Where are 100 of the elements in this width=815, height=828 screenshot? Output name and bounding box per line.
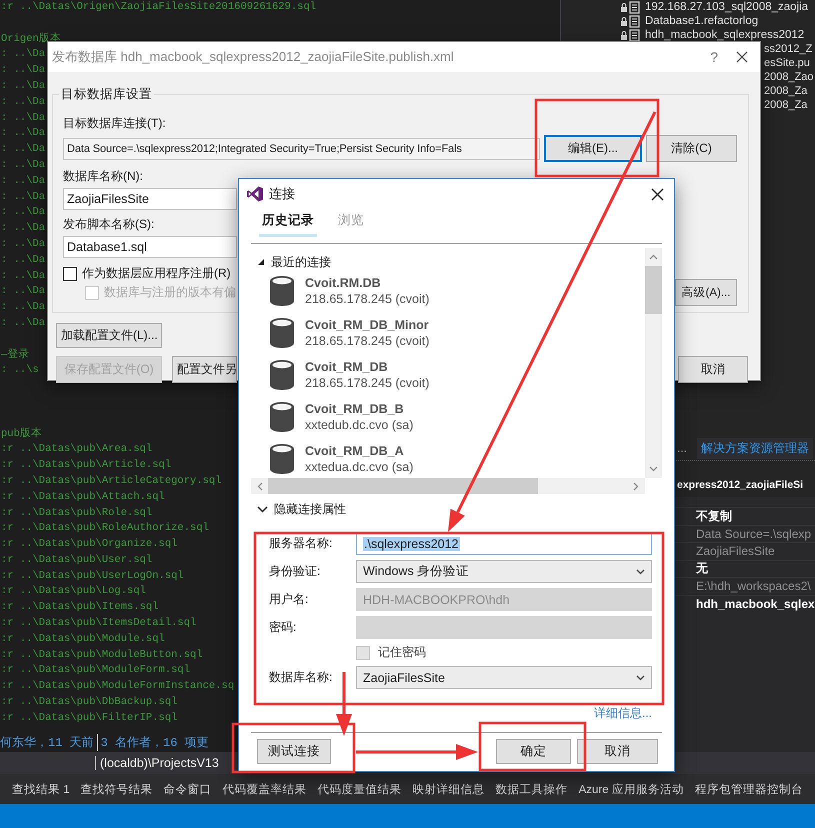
tool-window-tab[interactable]: 程序包管理器控制台: [694, 782, 803, 796]
advanced-button[interactable]: 高级(A)...: [675, 279, 737, 306]
locked-file-icon: [620, 0, 642, 14]
load-profile-button[interactable]: 加载配置文件(L)...: [56, 323, 162, 348]
connection-name[interactable]: Cvoit_RM_DB: [305, 360, 430, 374]
database-icon: [269, 443, 295, 475]
code-line: :r ..\Datas\pub\Items.sql: [1, 600, 159, 616]
dialog-button[interactable]: 测试连接: [257, 739, 331, 764]
field-label: 数据库名称(N):: [63, 168, 143, 185]
locked-file-icon: [620, 28, 642, 42]
code-line: : ..\Da: [1, 78, 46, 94]
property-value: hdh_macbook_sqlex: [696, 596, 815, 611]
tool-window-tab[interactable]: 代码覆盖率结果: [222, 782, 307, 796]
scrollbar-thumb[interactable]: [268, 478, 538, 494]
code-line: :r ..\Datas\pub\ArticleCategory.sql: [1, 474, 222, 489]
code-line: :r ..\Datas\pub\ModuleForm.sql: [1, 663, 190, 678]
database-name-field[interactable]: ZaojiaFilesSite: [63, 188, 237, 210]
connection-name[interactable]: Cvoit_RM_DB_B: [305, 402, 414, 416]
tool-window-tab[interactable]: 命令窗口: [164, 782, 212, 796]
code-line: : ..\Da: [1, 158, 46, 173]
panel-tab[interactable]: ...: [673, 439, 692, 457]
toggle-link[interactable]: 隐藏连接属性: [274, 500, 346, 518]
code-line: :r ..\Datas\pub\ModuleButton.sql: [1, 648, 203, 663]
code-line: :r ..\Datas\pub\FilterIP.sql: [1, 710, 178, 726]
scroll-down-icon[interactable]: [649, 466, 658, 472]
code-line: :r ..\Datas\pub\Area.sql: [1, 442, 152, 458]
connection-name[interactable]: Cvoit_RM_DB_A: [305, 444, 414, 458]
vertical-scrollbar[interactable]: [645, 248, 662, 478]
connection-server: xxtedub.dc.cvo (sa): [305, 418, 414, 432]
tree-item[interactable]: 2008_Za: [764, 85, 808, 97]
tool-window-tab[interactable]: Azure 应用服务活动: [578, 782, 684, 796]
tool-window-tab[interactable]: 查找结果 1: [12, 782, 70, 796]
chevron-icon[interactable]: [257, 505, 268, 513]
code-line: :r ..\Datas\pub\User.sql: [1, 552, 152, 568]
details-link[interactable]: 详细信息...: [594, 705, 652, 722]
code-line: :r ..\Datas\pub\Log.sql: [1, 584, 146, 600]
connection-name[interactable]: Cvoit_RM_DB_Minor: [305, 318, 430, 332]
expander-icon[interactable]: [257, 258, 265, 266]
connection-string-field[interactable]: Data Source=.\sqlexpress2012;Integrated Security=True;Persist Security Info=Fals: [63, 138, 540, 160]
tree-item[interactable]: hdh_macbook_sqlexpress2012: [645, 29, 804, 41]
code-line: : ..\Da: [1, 316, 46, 331]
code-line: :r ..\Datas\pub\DbBackup.sql: [1, 695, 178, 710]
connection-server: 218.65.178.245 (cvoit): [305, 376, 430, 390]
scroll-right-icon[interactable]: [633, 482, 639, 490]
locked-file-icon: [620, 14, 642, 28]
property-value: 不复制: [696, 508, 732, 525]
field-label: 用户名:: [269, 592, 308, 606]
code-line: : ..\Da: [1, 284, 46, 300]
code-lens-text: 3 名作者，16 项更: [96, 734, 209, 750]
dialog-button[interactable]: 取消: [577, 739, 658, 764]
tool-window-tab[interactable]: 查找符号结果: [80, 782, 153, 796]
dropdown[interactable]: Windows 身份验证: [356, 560, 652, 583]
tree-item[interactable]: Database1.refactorlog: [645, 15, 758, 27]
code-line: :r ..\Datas\pub\Role.sql: [1, 506, 152, 520]
help-button[interactable]: ?: [710, 49, 718, 65]
code-line: :r ..\Datas\pub\UserLogOn.sql: [1, 568, 184, 584]
dialog-button[interactable]: 确定: [496, 739, 571, 764]
dialog-button[interactable]: 配置文件另: [172, 356, 237, 383]
code-line: :r ..\Datas\pub\ModuleFormInstance.sq: [1, 679, 234, 694]
code-line: : ..\Da: [1, 110, 46, 126]
group-title: 目标数据库设置: [60, 86, 153, 103]
code-line: :r ..\Datas\pub\Article.sql: [1, 458, 172, 474]
script-name-field[interactable]: Database1.sql: [63, 236, 237, 258]
code-line: : ..\Da: [1, 252, 46, 268]
dropdown[interactable]: ZaojiaFilesSite: [356, 666, 652, 689]
property-value: ZaojiaFilesSite: [696, 544, 775, 558]
app-logo-icon: [247, 186, 263, 202]
code-line: : ..\Da: [1, 205, 46, 220]
checkbox-label: 记住密码: [378, 644, 426, 661]
dialog-tab[interactable]: 历史记录: [259, 212, 317, 237]
tool-window-tab[interactable]: 代码度量值结果: [318, 782, 402, 796]
horizontal-scrollbar[interactable]: [251, 478, 645, 494]
scroll-up-icon[interactable]: [649, 254, 658, 260]
field-label: 目标数据库连接(T):: [63, 115, 166, 132]
connection-text: (localdb)\ProjectsV13: [95, 756, 223, 770]
tree-item[interactable]: 2008_Zao: [764, 71, 814, 83]
checkbox[interactable]: [63, 266, 77, 280]
close-icon[interactable]: [651, 188, 664, 200]
tree-item[interactable]: 192.168.27.103_sql2008_zaojia: [645, 1, 808, 13]
tree-item[interactable]: esSite.pu: [764, 57, 810, 69]
checkbox-label: 数据库与注册的版本有偏: [104, 284, 236, 301]
panel-tab[interactable]: 解决方案资源管理器: [697, 438, 814, 458]
database-icon: [269, 317, 295, 349]
tree-item[interactable]: ss2012_Z: [764, 43, 812, 55]
tool-window-tab[interactable]: 数据工具操作: [496, 782, 568, 796]
scrollbar-thumb[interactable]: [645, 266, 662, 314]
tree-item[interactable]: 2008_Za: [764, 99, 808, 111]
cancel-button[interactable]: 取消: [678, 356, 748, 383]
scroll-left-icon[interactable]: [257, 482, 263, 490]
code-line: : ..\Da: [1, 94, 46, 110]
connection-server: 218.65.178.245 (cvoit): [305, 292, 430, 306]
edit-button[interactable]: 编辑(E)...: [544, 135, 642, 162]
tool-window-tab[interactable]: 映射详细信息: [412, 782, 485, 796]
code-line: : ..\Da: [1, 190, 46, 205]
group-header[interactable]: 最近的连接: [271, 254, 331, 270]
code-line: : ..\Da: [1, 221, 46, 236]
code-line: : ..\Da: [1, 174, 46, 189]
connection-name[interactable]: Cvoit.RM.DB: [305, 276, 430, 290]
clear-button[interactable]: 清除(C): [646, 135, 737, 162]
close-icon[interactable]: [736, 51, 748, 63]
